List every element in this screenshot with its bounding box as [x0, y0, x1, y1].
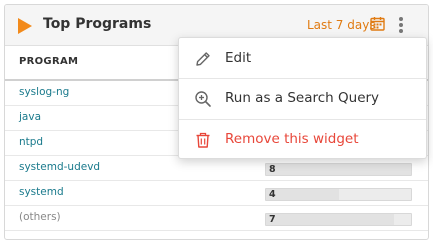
- column-header-program: PROGRAM: [19, 56, 79, 67]
- count-bar: 8: [265, 163, 412, 176]
- program-link[interactable]: systemd: [19, 186, 64, 198]
- count-value: 7: [269, 214, 276, 225]
- program-link[interactable]: java: [19, 111, 41, 123]
- widget-title: Top Programs: [43, 16, 152, 32]
- count-value: 4: [269, 189, 276, 200]
- count-bar: 7: [265, 213, 412, 226]
- program-link[interactable]: ntpd: [19, 136, 43, 148]
- play-icon: [18, 18, 32, 34]
- time-range-label[interactable]: Last 7 days: [307, 18, 376, 32]
- more-options-icon[interactable]: [395, 15, 407, 35]
- program-link-others[interactable]: (others): [19, 211, 61, 223]
- menu-item-label: Remove this widget: [225, 131, 359, 147]
- menu-item-edit[interactable]: Edit: [179, 39, 426, 79]
- menu-item-label: Edit: [225, 50, 252, 66]
- count-bar: 4: [265, 188, 412, 201]
- pencil-icon: [196, 52, 210, 66]
- zoom-in-icon: [195, 91, 211, 107]
- count-value: 8: [269, 164, 276, 175]
- widget-options-menu: Edit Run as a Search Query Remove this w…: [178, 37, 427, 159]
- program-link[interactable]: systemd-udevd: [19, 161, 100, 173]
- program-link[interactable]: syslog-ng: [19, 86, 69, 98]
- menu-item-run-search[interactable]: Run as a Search Query: [179, 79, 426, 119]
- calendar-icon[interactable]: [370, 16, 385, 31]
- menu-item-remove-widget[interactable]: Remove this widget: [179, 120, 426, 160]
- table-row: (others) 7: [5, 206, 428, 231]
- trash-icon: [196, 132, 210, 148]
- menu-item-label: Run as a Search Query: [225, 90, 380, 106]
- table-row: systemd 4: [5, 181, 428, 206]
